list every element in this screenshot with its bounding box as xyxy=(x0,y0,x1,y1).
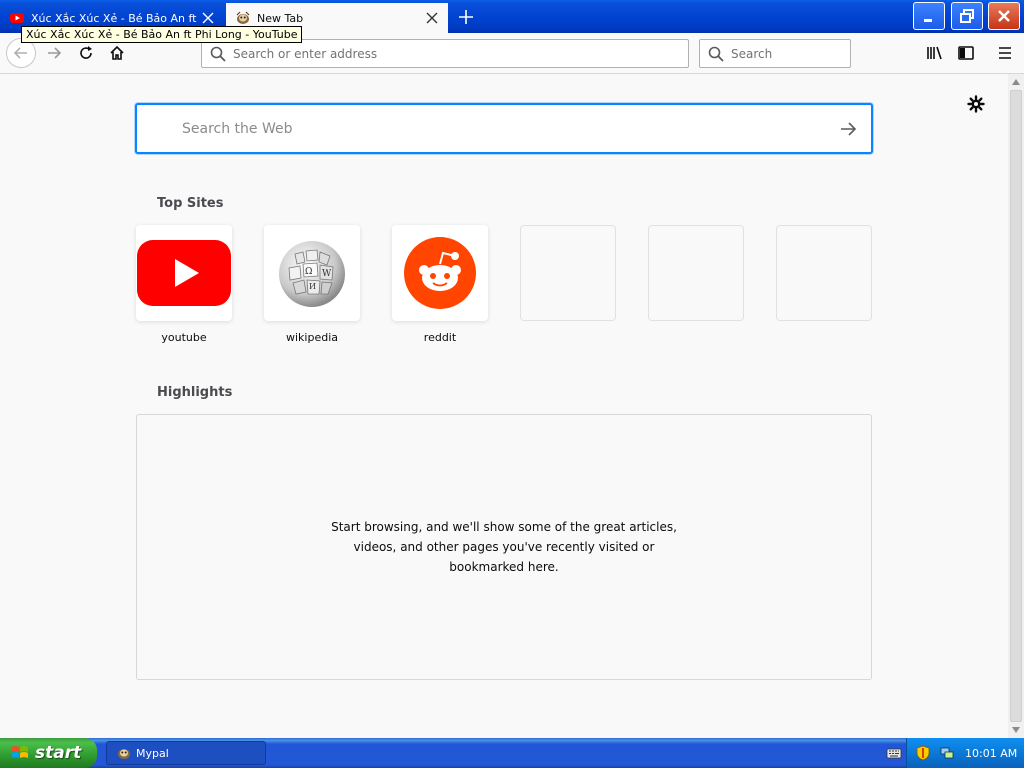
home-button[interactable] xyxy=(103,39,131,67)
top-site-empty[interactable] xyxy=(520,225,616,321)
web-search-box[interactable] xyxy=(135,103,873,154)
highlights-title: Highlights xyxy=(157,385,233,400)
minimize-button[interactable] xyxy=(913,2,945,30)
wikipedia-globe: Ω W И xyxy=(279,241,345,307)
settings-button[interactable] xyxy=(966,94,986,114)
close-icon xyxy=(426,12,438,24)
chevron-down-icon xyxy=(1012,727,1020,733)
search-bar[interactable] xyxy=(699,39,851,68)
start-button[interactable]: start xyxy=(0,738,97,768)
top-sites-title: Top Sites xyxy=(157,196,224,211)
search-icon xyxy=(210,46,226,62)
minimize-icon xyxy=(924,19,932,22)
home-icon xyxy=(110,45,124,60)
web-search-input[interactable] xyxy=(182,120,822,137)
plus-icon xyxy=(459,10,473,24)
arrow-right-icon xyxy=(841,122,857,136)
restore-button[interactable] xyxy=(951,2,983,30)
top-site-youtube[interactable] xyxy=(136,225,232,321)
arrow-right-icon xyxy=(48,47,62,59)
chevron-up-icon xyxy=(1012,79,1020,85)
mypal-icon xyxy=(236,11,250,24)
network-icon[interactable] xyxy=(939,745,955,761)
youtube-icon xyxy=(10,13,24,23)
top-site-empty[interactable] xyxy=(648,225,744,321)
svg-text:W: W xyxy=(322,269,332,279)
close-icon xyxy=(202,12,214,24)
address-bar[interactable] xyxy=(201,39,689,68)
scroll-down-button[interactable] xyxy=(1008,722,1024,738)
search-icon xyxy=(708,46,724,62)
reload-button[interactable] xyxy=(72,39,100,67)
gear-icon xyxy=(967,95,985,113)
menu-button[interactable] xyxy=(992,40,1018,66)
keyboard-icon[interactable] xyxy=(886,745,902,761)
close-window-button[interactable] xyxy=(988,2,1020,30)
shield-icon[interactable] xyxy=(915,745,931,761)
youtube-logo xyxy=(137,240,231,306)
clock: 10:01 AM xyxy=(965,746,1018,760)
reload-icon xyxy=(80,46,92,59)
system-tray: 10:01 AM xyxy=(906,738,1024,768)
library-button[interactable] xyxy=(922,40,948,66)
scroll-thumb[interactable] xyxy=(1010,90,1022,722)
tab-label: Xúc Xắc Xúc Xẻ - Bé Bảo An ft Phi Long -… xyxy=(31,11,198,25)
top-site-wikipedia[interactable]: Ω W И xyxy=(264,225,360,321)
highlights-panel: Start browsing, and we'll show some of t… xyxy=(136,414,872,680)
tab-tooltip: Xúc Xắc Xúc Xẻ - Bé Bảo An ft Phi Long -… xyxy=(21,26,303,43)
address-input[interactable] xyxy=(233,46,688,61)
start-label: start xyxy=(35,743,82,763)
top-site-label: youtube xyxy=(161,331,207,344)
restore-icon xyxy=(960,9,974,23)
search-input[interactable] xyxy=(731,46,850,61)
taskbar-item-label: Mypal xyxy=(136,746,169,760)
taskbar-item-mypal[interactable]: Mypal xyxy=(106,741,266,765)
sidebar-button[interactable] xyxy=(953,40,979,66)
top-site-empty[interactable] xyxy=(776,225,872,321)
search-go-button[interactable] xyxy=(837,118,859,140)
svg-text:И: И xyxy=(309,282,316,291)
tab-label: New Tab xyxy=(257,11,304,25)
new-tab-button[interactable] xyxy=(454,5,478,29)
hamburger-icon xyxy=(999,47,1011,59)
forward-button[interactable] xyxy=(40,39,68,67)
tab-close-button[interactable] xyxy=(198,8,218,28)
reddit-logo xyxy=(404,237,476,309)
new-tab-page: Top Sites youtube xyxy=(0,74,1008,738)
page-scrollbar[interactable] xyxy=(1008,74,1024,738)
scroll-up-button[interactable] xyxy=(1008,74,1024,90)
sidebar-icon xyxy=(958,46,974,60)
taskbar: start Mypal 10:01 AM xyxy=(0,738,1024,768)
top-site-reddit[interactable] xyxy=(392,225,488,321)
top-site-label: reddit xyxy=(423,331,457,344)
library-icon xyxy=(927,46,942,60)
close-icon xyxy=(998,10,1010,22)
svg-text:Ω: Ω xyxy=(305,267,312,277)
tab-close-button[interactable] xyxy=(422,8,442,28)
top-site-label: wikipedia xyxy=(285,331,338,344)
windows-logo-icon xyxy=(12,746,28,758)
arrow-left-icon xyxy=(13,47,27,59)
highlights-empty-message: Start browsing, and we'll show some of t… xyxy=(331,520,677,574)
mypal-icon xyxy=(118,749,130,759)
